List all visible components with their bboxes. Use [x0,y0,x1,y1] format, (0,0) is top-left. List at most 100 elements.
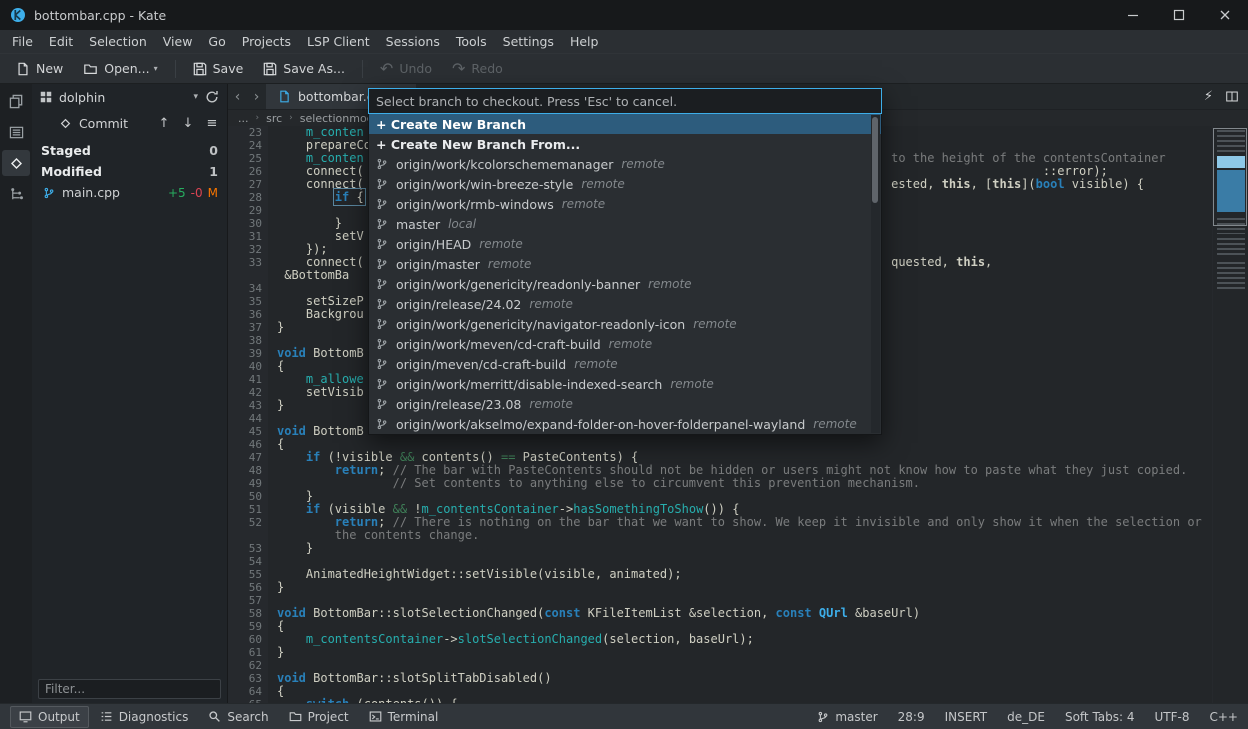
save-button[interactable]: Save [183,57,254,80]
line-number: 33 [228,256,268,269]
diagnostics-icon [100,710,113,723]
view-project-button[interactable]: Project [280,706,358,728]
branch-filter-input[interactable]: Select branch to checkout. Press 'Esc' t… [368,88,882,114]
git-icon [9,156,24,171]
breadcrumb-item[interactable]: ... [238,112,249,125]
code-line: 55 AnimatedHeightWidget::setVisible(visi… [228,568,1248,581]
minimap[interactable] [1212,126,1248,703]
new-document-icon [16,62,30,76]
git-branch-status[interactable]: master [817,710,877,724]
lightning-icon[interactable]: ⚡ [1204,89,1213,104]
syntax-mode[interactable]: C++ [1210,710,1239,724]
open-button[interactable]: Open...▾ [73,57,167,80]
line-number: 61 [228,646,268,659]
project-selector[interactable]: dolphin ▾ [32,84,227,110]
filesystem-tool-button[interactable] [2,119,30,145]
git-section-label: Staged [41,143,91,158]
save-as-button[interactable]: Save As... [253,57,355,80]
view-output-button[interactable]: Output [10,706,89,728]
menu-item-sessions[interactable]: Sessions [378,31,448,52]
pull-button[interactable]: ↓ [177,112,199,134]
menu-item-go[interactable]: Go [200,31,233,52]
menu-item-selection[interactable]: Selection [81,31,155,52]
branch-scope-tag: remote [693,317,736,331]
edit-mode[interactable]: INSERT [945,710,988,724]
encoding[interactable]: UTF-8 [1155,710,1190,724]
line-number: 56 [228,581,268,594]
menu-item-file[interactable]: File [4,31,41,52]
refresh-icon[interactable] [205,90,219,104]
project-name: dolphin [59,90,186,105]
cursor-position[interactable]: 28:9 [898,710,925,724]
previous-document-button[interactable]: ‹ [228,84,247,109]
create-branch-item[interactable]: + Create New Branch [369,114,881,134]
menu-item-projects[interactable]: Projects [234,31,299,52]
dictionary[interactable]: de_DE [1007,710,1045,724]
branch-item[interactable]: origin/master remote [369,254,881,274]
branch-item[interactable]: origin/work/genericity/readonly-bannerre… [369,274,881,294]
branch-name: origin/master [396,257,480,272]
minimap-block [1217,238,1245,258]
redo-icon: ↷ [452,61,465,77]
menu-item-edit[interactable]: Edit [41,31,81,52]
undo-button[interactable]: ↶Undo [370,57,442,81]
git-file-row[interactable]: main.cpp+5-0M [32,182,227,203]
popup-scrollbar-thumb[interactable] [872,117,878,203]
menu-item-lsp-client[interactable]: LSP Client [299,31,378,52]
status-bar: OutputDiagnosticsSearchProjectTerminal m… [0,703,1248,729]
line-number: 60 [228,633,268,646]
menu-item-settings[interactable]: Settings [495,31,562,52]
documents-tool-button[interactable] [2,88,30,114]
view-terminal-button[interactable]: Terminal [360,706,448,728]
branch-item[interactable]: origin/work/rmb-windowsremote [369,194,881,214]
commit-button[interactable]: Commit [36,112,151,134]
menu-item-help[interactable]: Help [562,31,607,52]
branch-icon [376,318,388,330]
branch-item[interactable]: origin/work/meven/cd-craft-buildremote [369,334,881,354]
new-button[interactable]: New [6,57,73,80]
popup-scrollbar[interactable] [871,115,880,433]
line-number: 35 [228,295,268,308]
chevron-left-icon: ‹ [235,89,241,105]
symbols-tool-button[interactable] [2,181,30,207]
filter-input[interactable]: Filter... [38,679,221,699]
git-tool-button[interactable] [2,150,30,176]
close-button[interactable] [1202,0,1248,30]
branch-name: origin/meven/cd-craft-build [396,357,566,372]
branch-item[interactable]: origin/work/kcolorschememanagerremote [369,154,881,174]
branch-item[interactable]: origin/HEADremote [369,234,881,254]
branch-item[interactable]: origin/release/23.08remote [369,394,881,414]
line-number: 31 [228,230,268,243]
next-document-button[interactable]: › [247,84,266,109]
indent-settings[interactable]: Soft Tabs: 4 [1065,710,1135,724]
create-branch-item[interactable]: + Create New Branch From... [369,134,881,154]
branch-item[interactable]: origin/meven/cd-craft-buildremote [369,354,881,374]
menu-item-view[interactable]: View [155,31,201,52]
menu-item-tools[interactable]: Tools [448,31,495,52]
line-number: 51 [228,503,268,516]
git-menu-button[interactable]: ≡ [201,112,223,134]
branch-item[interactable]: origin/work/win-breeze-styleremote [369,174,881,194]
view-diagnostics-button[interactable]: Diagnostics [91,706,198,728]
branch-item[interactable]: origin/release/24.02remote [369,294,881,314]
branch-item[interactable]: origin/work/merritt/disable-indexed-sear… [369,374,881,394]
tab-bar-actions: ⚡ [1204,84,1248,109]
branch-scope-tag: remote [488,257,531,271]
breadcrumb-item[interactable]: src [266,112,282,125]
view-search-button[interactable]: Search [199,706,277,728]
terminal-icon [369,710,382,723]
minimize-button[interactable] [1110,0,1156,30]
branch-name: origin/release/23.08 [396,397,521,412]
split-view-icon[interactable] [1225,90,1239,103]
branch-item[interactable]: masterlocal [369,214,881,234]
minimap-viewport[interactable] [1213,128,1247,226]
symbols-icon [9,187,24,202]
branch-icon [376,398,388,410]
branch-item[interactable]: origin/work/akselmo/expand-folder-on-hov… [369,414,881,434]
maximize-button[interactable] [1156,0,1202,30]
window-title: bottombar.cpp - Kate [34,8,166,23]
branch-item[interactable]: origin/work/genericity/navigator-readonl… [369,314,881,334]
branch-name: master [396,217,440,232]
push-button[interactable]: ↑ [153,112,175,134]
redo-button[interactable]: ↷Redo [442,57,513,81]
